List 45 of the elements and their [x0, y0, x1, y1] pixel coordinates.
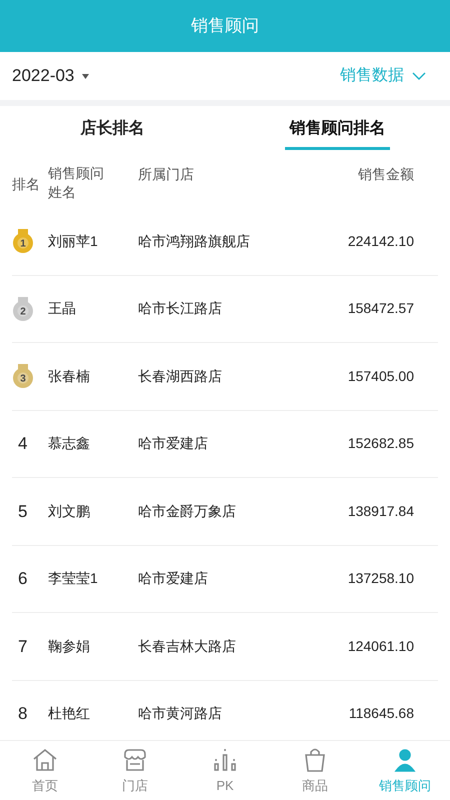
- data-type-dropdown[interactable]: 销售数据: [340, 64, 426, 88]
- nav-tab[interactable]: 首页: [0, 741, 90, 800]
- nav-tab[interactable]: 商品: [270, 741, 360, 800]
- store-name: 哈市黄河路店: [138, 704, 223, 724]
- column-header: 排名: [12, 175, 41, 194]
- sales-amount: 118645.68: [348, 704, 415, 724]
- sales-amount: 152682.85: [346, 434, 415, 454]
- rank-number: 6: [18, 568, 28, 590]
- advisor-name: 李莹莹1: [48, 569, 99, 588]
- sales-amount: 137258.10: [346, 569, 415, 588]
- advisor-name: 鞠参娟: [48, 636, 91, 656]
- chevron-down-icon: [412, 72, 426, 80]
- advisor-name: 杜艳红: [48, 704, 91, 724]
- page-title: 销售顾问: [191, 15, 259, 38]
- rank-number: 7: [18, 636, 28, 658]
- advisor-name: 王晶: [48, 299, 77, 318]
- advisor-name: 刘丽苹1: [48, 232, 99, 251]
- column-header: 销售顾问姓名: [48, 164, 105, 202]
- advisor-name: 张春楠: [48, 366, 91, 386]
- advisor-name: 刘文鹏: [48, 502, 91, 521]
- sales-amount: 124061.10: [346, 636, 415, 656]
- sales-amount: 157405.00: [346, 366, 415, 386]
- store-name: 哈市爱建店: [138, 569, 209, 588]
- rank-number: 8: [18, 703, 28, 725]
- ranking-tab[interactable]: 销售顾问排名: [225, 106, 450, 152]
- store-name: 哈市金爵万象店: [138, 502, 237, 521]
- column-header: 销售金额: [357, 165, 415, 184]
- nav-tab[interactable]: PK: [180, 741, 270, 800]
- column-header: 所属门店: [138, 165, 195, 184]
- rank-number: 5: [18, 500, 28, 522]
- store-name: 哈市长江路店: [138, 299, 223, 318]
- store-name: 哈市爱建店: [138, 434, 209, 454]
- nav-tab[interactable]: 销售顾问: [360, 741, 450, 800]
- store-name: 长春湖西路店: [138, 366, 223, 386]
- sales-amount: 224142.10: [346, 232, 415, 251]
- store-name: 长春吉林大路店: [138, 636, 237, 656]
- advisor-name: 慕志鑫: [48, 434, 91, 454]
- sales-amount: 138917.84: [346, 502, 415, 521]
- nav-tab[interactable]: 门店: [90, 741, 180, 800]
- sales-amount: 158472.57: [346, 299, 415, 318]
- ranking-tab[interactable]: 店长排名: [0, 106, 225, 152]
- rank-number: 4: [18, 433, 28, 455]
- store-name: 哈市鸿翔路旗舰店: [138, 232, 251, 251]
- month-picker[interactable]: 2022-03: [12, 63, 90, 89]
- caret-icon: [82, 74, 90, 78]
